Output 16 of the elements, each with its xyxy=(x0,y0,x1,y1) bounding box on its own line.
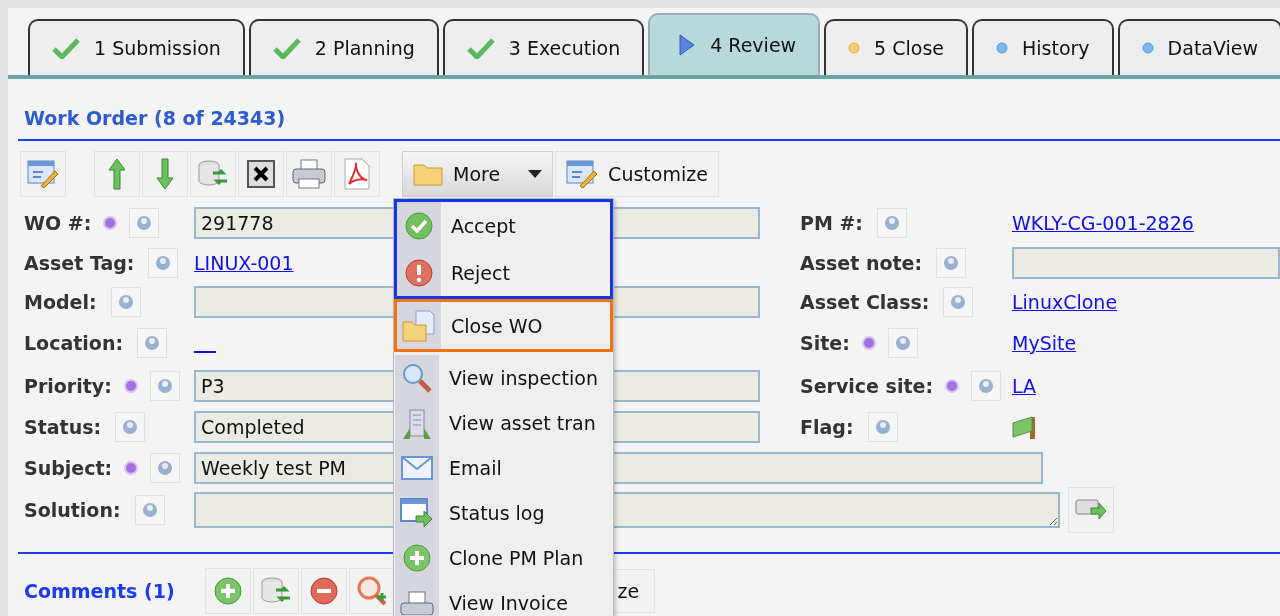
field-label: Solution: xyxy=(24,499,121,521)
field-label: Subject: xyxy=(24,456,113,479)
section-title: Work Order (8 of 24343) xyxy=(23,107,286,129)
field-label: Asset note: xyxy=(800,252,923,274)
field-label: PM #: xyxy=(800,212,863,234)
field-label: Model: xyxy=(24,291,97,313)
field-label: Asset Tag: xyxy=(24,252,135,274)
field-label: Location: xyxy=(24,332,124,354)
field-label: Asset Class: xyxy=(800,291,930,313)
field-label: Site: xyxy=(800,332,850,354)
field-label: Service site: xyxy=(800,375,933,397)
section-title: Comments (1) xyxy=(24,580,175,602)
field-label: Status: xyxy=(24,416,102,438)
field-label: WO #: xyxy=(24,212,92,234)
field-label: Flag: xyxy=(800,416,854,438)
field-label: Priority: xyxy=(24,375,112,397)
